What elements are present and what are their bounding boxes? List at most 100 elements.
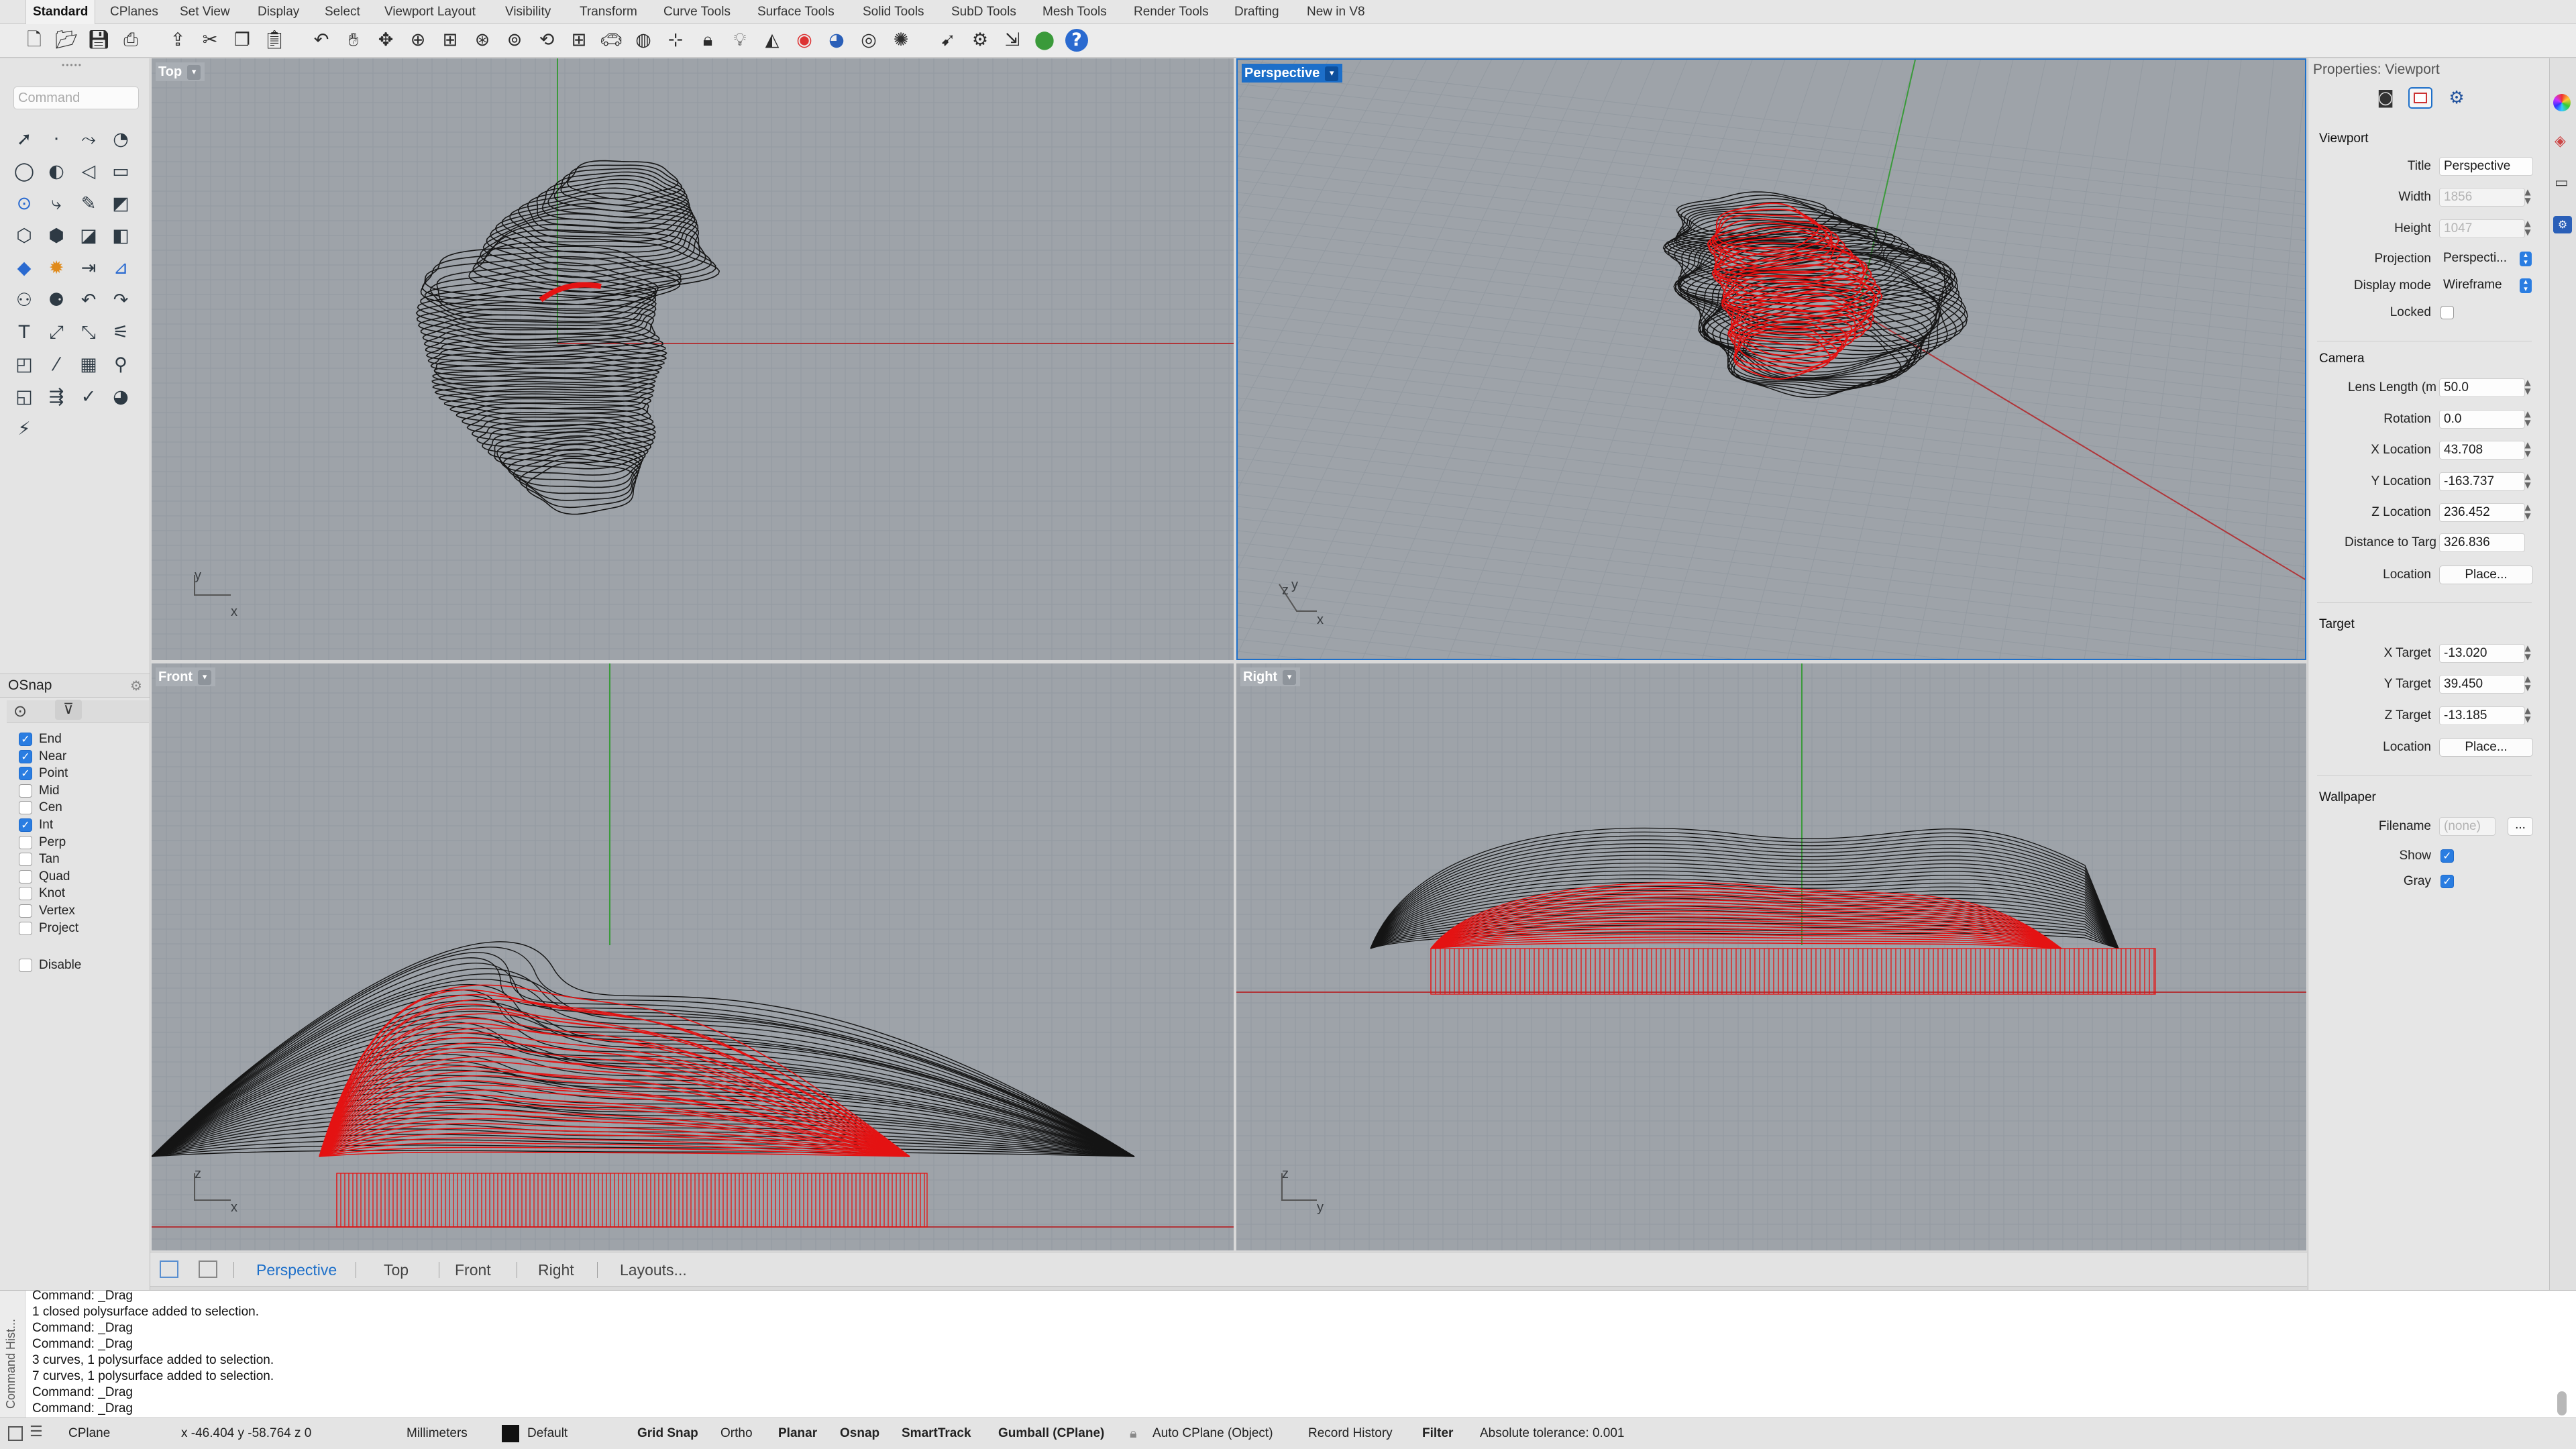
planar-toggle[interactable]: Planar bbox=[778, 1417, 817, 1449]
tool-icon[interactable]: ◪ bbox=[75, 223, 102, 250]
z-location-field[interactable]: 236.452 bbox=[2439, 503, 2525, 522]
osnap-item-near[interactable]: ✓ Near bbox=[19, 749, 66, 765]
tool-icon[interactable]: ⬢ bbox=[43, 223, 70, 250]
select-icon[interactable]: ➹ bbox=[936, 29, 959, 52]
camera-place-button[interactable]: Place... bbox=[2439, 566, 2533, 584]
tab-display[interactable]: Display bbox=[258, 0, 299, 24]
layer-status[interactable]: Default bbox=[527, 1417, 568, 1449]
selected-curves[interactable] bbox=[1430, 948, 2156, 995]
tool-icon[interactable]: ✎ bbox=[75, 191, 102, 217]
title-field[interactable]: Perspective bbox=[2439, 157, 2533, 176]
chevron-down-icon[interactable]: ▾ bbox=[187, 64, 201, 80]
rotation-stepper[interactable]: ▲ ▼ bbox=[2522, 410, 2533, 429]
osnap-checkbox[interactable] bbox=[19, 904, 32, 918]
viewport-title-front[interactable]: Front ▾ bbox=[156, 667, 216, 686]
osnap-checkbox[interactable] bbox=[19, 958, 32, 972]
filter-icon[interactable]: ⊽ bbox=[55, 700, 82, 720]
x-location-stepper[interactable]: ▲ ▼ bbox=[2522, 441, 2533, 460]
tool-icon[interactable]: ⊿ bbox=[107, 255, 134, 282]
tool-icon[interactable]: ◆ bbox=[11, 255, 38, 282]
viewport-title-perspective[interactable]: Perspective ▾ bbox=[1242, 64, 1343, 83]
tab-solid-tools[interactable]: Solid Tools bbox=[863, 0, 924, 24]
osnap-item-cen[interactable]: Cen bbox=[19, 800, 62, 816]
gray-checkbox[interactable]: ✓ bbox=[2440, 875, 2461, 888]
browse-button[interactable]: ... bbox=[2508, 817, 2533, 836]
snap-target-icon[interactable]: ⊙ bbox=[13, 702, 27, 720]
tab-surface-tools[interactable]: Surface Tools bbox=[757, 0, 835, 24]
smarttrack-toggle[interactable]: SmartTrack bbox=[902, 1417, 971, 1449]
chevron-updown-icon[interactable]: ▴ ▾ bbox=[2520, 278, 2532, 293]
osnap-checkbox[interactable]: ✓ bbox=[19, 818, 32, 832]
tool-icon[interactable]: ⬡ bbox=[11, 223, 38, 250]
zoom-extents-icon[interactable]: ⊛ bbox=[471, 29, 494, 52]
osnap-checkbox[interactable] bbox=[19, 887, 32, 901]
lens-length-stepper[interactable]: ▲ ▼ bbox=[2522, 378, 2533, 397]
tab-drafting[interactable]: Drafting bbox=[1234, 0, 1279, 24]
vptab-right[interactable]: Right bbox=[538, 1252, 574, 1287]
properties-icon[interactable]: ⚙ bbox=[2553, 216, 2572, 233]
environment-icon[interactable]: ◎ bbox=[857, 29, 880, 52]
y-location-stepper[interactable]: ▲ ▼ bbox=[2522, 472, 2533, 491]
tab-visibility[interactable]: Visibility bbox=[505, 0, 551, 24]
grasshopper-icon[interactable]: ⚙ bbox=[2445, 87, 2469, 109]
record-history-toggle[interactable]: Record History bbox=[1308, 1417, 1393, 1449]
viewport-title-right[interactable]: Right ▾ bbox=[1240, 667, 1301, 686]
osnap-item-vertex[interactable]: Vertex bbox=[19, 903, 75, 919]
single-view-layout-icon[interactable] bbox=[199, 1260, 217, 1278]
tool-icon[interactable]: ⚇ bbox=[11, 287, 38, 314]
viewport-right[interactable]: Right ▾ z y bbox=[1236, 663, 2306, 1250]
osnap-checkbox[interactable] bbox=[19, 869, 32, 883]
tab-viewport-layout[interactable]: Viewport Layout bbox=[384, 0, 476, 24]
tool-icon[interactable]: ⚡ bbox=[11, 416, 38, 443]
undo-icon[interactable]: ↶ bbox=[310, 29, 333, 52]
filename-field[interactable]: (none) bbox=[2439, 817, 2496, 836]
tool-icon[interactable]: T bbox=[11, 319, 38, 346]
camera-icon[interactable]: ◙ bbox=[2373, 87, 2398, 109]
copy-icon[interactable]: ❐ bbox=[231, 29, 254, 52]
x-target-stepper[interactable]: ▲ ▼ bbox=[2522, 644, 2533, 663]
color-wheel-icon[interactable]: ◉ bbox=[793, 29, 816, 52]
tool-icon[interactable]: ◐ bbox=[43, 158, 70, 185]
tool-icon[interactable]: ⇶ bbox=[43, 384, 70, 411]
tool-icon[interactable]: ◁ bbox=[75, 158, 102, 185]
tool-icon[interactable]: ⤢ bbox=[43, 319, 70, 346]
show-checkbox[interactable]: ✓ bbox=[2440, 849, 2461, 863]
osnap-item-tan[interactable]: Tan bbox=[19, 851, 60, 867]
command-input[interactable]: Command bbox=[13, 87, 139, 109]
tab-curve-tools[interactable]: Curve Tools bbox=[663, 0, 731, 24]
lock-icon[interactable]: 🔒︎ bbox=[696, 29, 719, 52]
tool-icon[interactable]: ◔ bbox=[107, 126, 134, 153]
tool-icon[interactable]: ◱ bbox=[11, 384, 38, 411]
cplane-status[interactable]: CPlane bbox=[68, 1417, 110, 1449]
lock-icon[interactable]: 🔒︎ bbox=[1130, 1425, 1137, 1441]
car-icon[interactable]: 🚗︎ bbox=[600, 29, 623, 52]
osnap-item-mid[interactable]: Mid bbox=[19, 783, 60, 799]
tab-render-tools[interactable]: Render Tools bbox=[1134, 0, 1209, 24]
osnap-checkbox[interactable]: ✓ bbox=[19, 767, 32, 781]
tool-icon[interactable]: ↶ bbox=[75, 287, 102, 314]
new-document-icon[interactable]: 🗋 bbox=[23, 29, 46, 52]
osnap-checkbox[interactable] bbox=[19, 784, 32, 798]
auto-cplane-toggle[interactable]: Auto CPlane (Object) bbox=[1152, 1417, 1273, 1449]
tool-icon[interactable]: ✓ bbox=[75, 384, 102, 411]
z-location-stepper[interactable]: ▲ ▼ bbox=[2522, 503, 2533, 522]
tab-select[interactable]: Select bbox=[325, 0, 360, 24]
osnap-item-point[interactable]: ✓ Point bbox=[19, 765, 68, 782]
paste-icon[interactable]: 📋︎ bbox=[263, 29, 286, 52]
tool-icon[interactable]: ▭ bbox=[107, 158, 134, 185]
rotate-view-icon[interactable]: ⟲ bbox=[535, 29, 558, 52]
viewport-icon[interactable] bbox=[2408, 87, 2432, 109]
tool-icon[interactable]: ➚ bbox=[11, 126, 38, 153]
zoom-icon[interactable]: ⊕ bbox=[407, 29, 429, 52]
four-view-layout-icon[interactable] bbox=[160, 1260, 178, 1278]
height-field[interactable]: 1047 bbox=[2439, 219, 2525, 238]
tab-transform[interactable]: Transform bbox=[580, 0, 637, 24]
filter-toggle[interactable]: Filter bbox=[1422, 1417, 1453, 1449]
vptab-layouts[interactable]: Layouts... bbox=[620, 1252, 687, 1287]
x-location-field[interactable]: 43.708 bbox=[2439, 441, 2525, 460]
history-scrollbar[interactable] bbox=[2557, 1391, 2567, 1415]
height-stepper[interactable]: ▲ ▼ bbox=[2522, 219, 2533, 238]
chevron-down-icon[interactable]: ▾ bbox=[198, 669, 212, 685]
save-icon[interactable]: 💾︎ bbox=[87, 29, 110, 52]
viewport-perspective[interactable]: Perspective ▾ z y x bbox=[1236, 58, 2306, 660]
